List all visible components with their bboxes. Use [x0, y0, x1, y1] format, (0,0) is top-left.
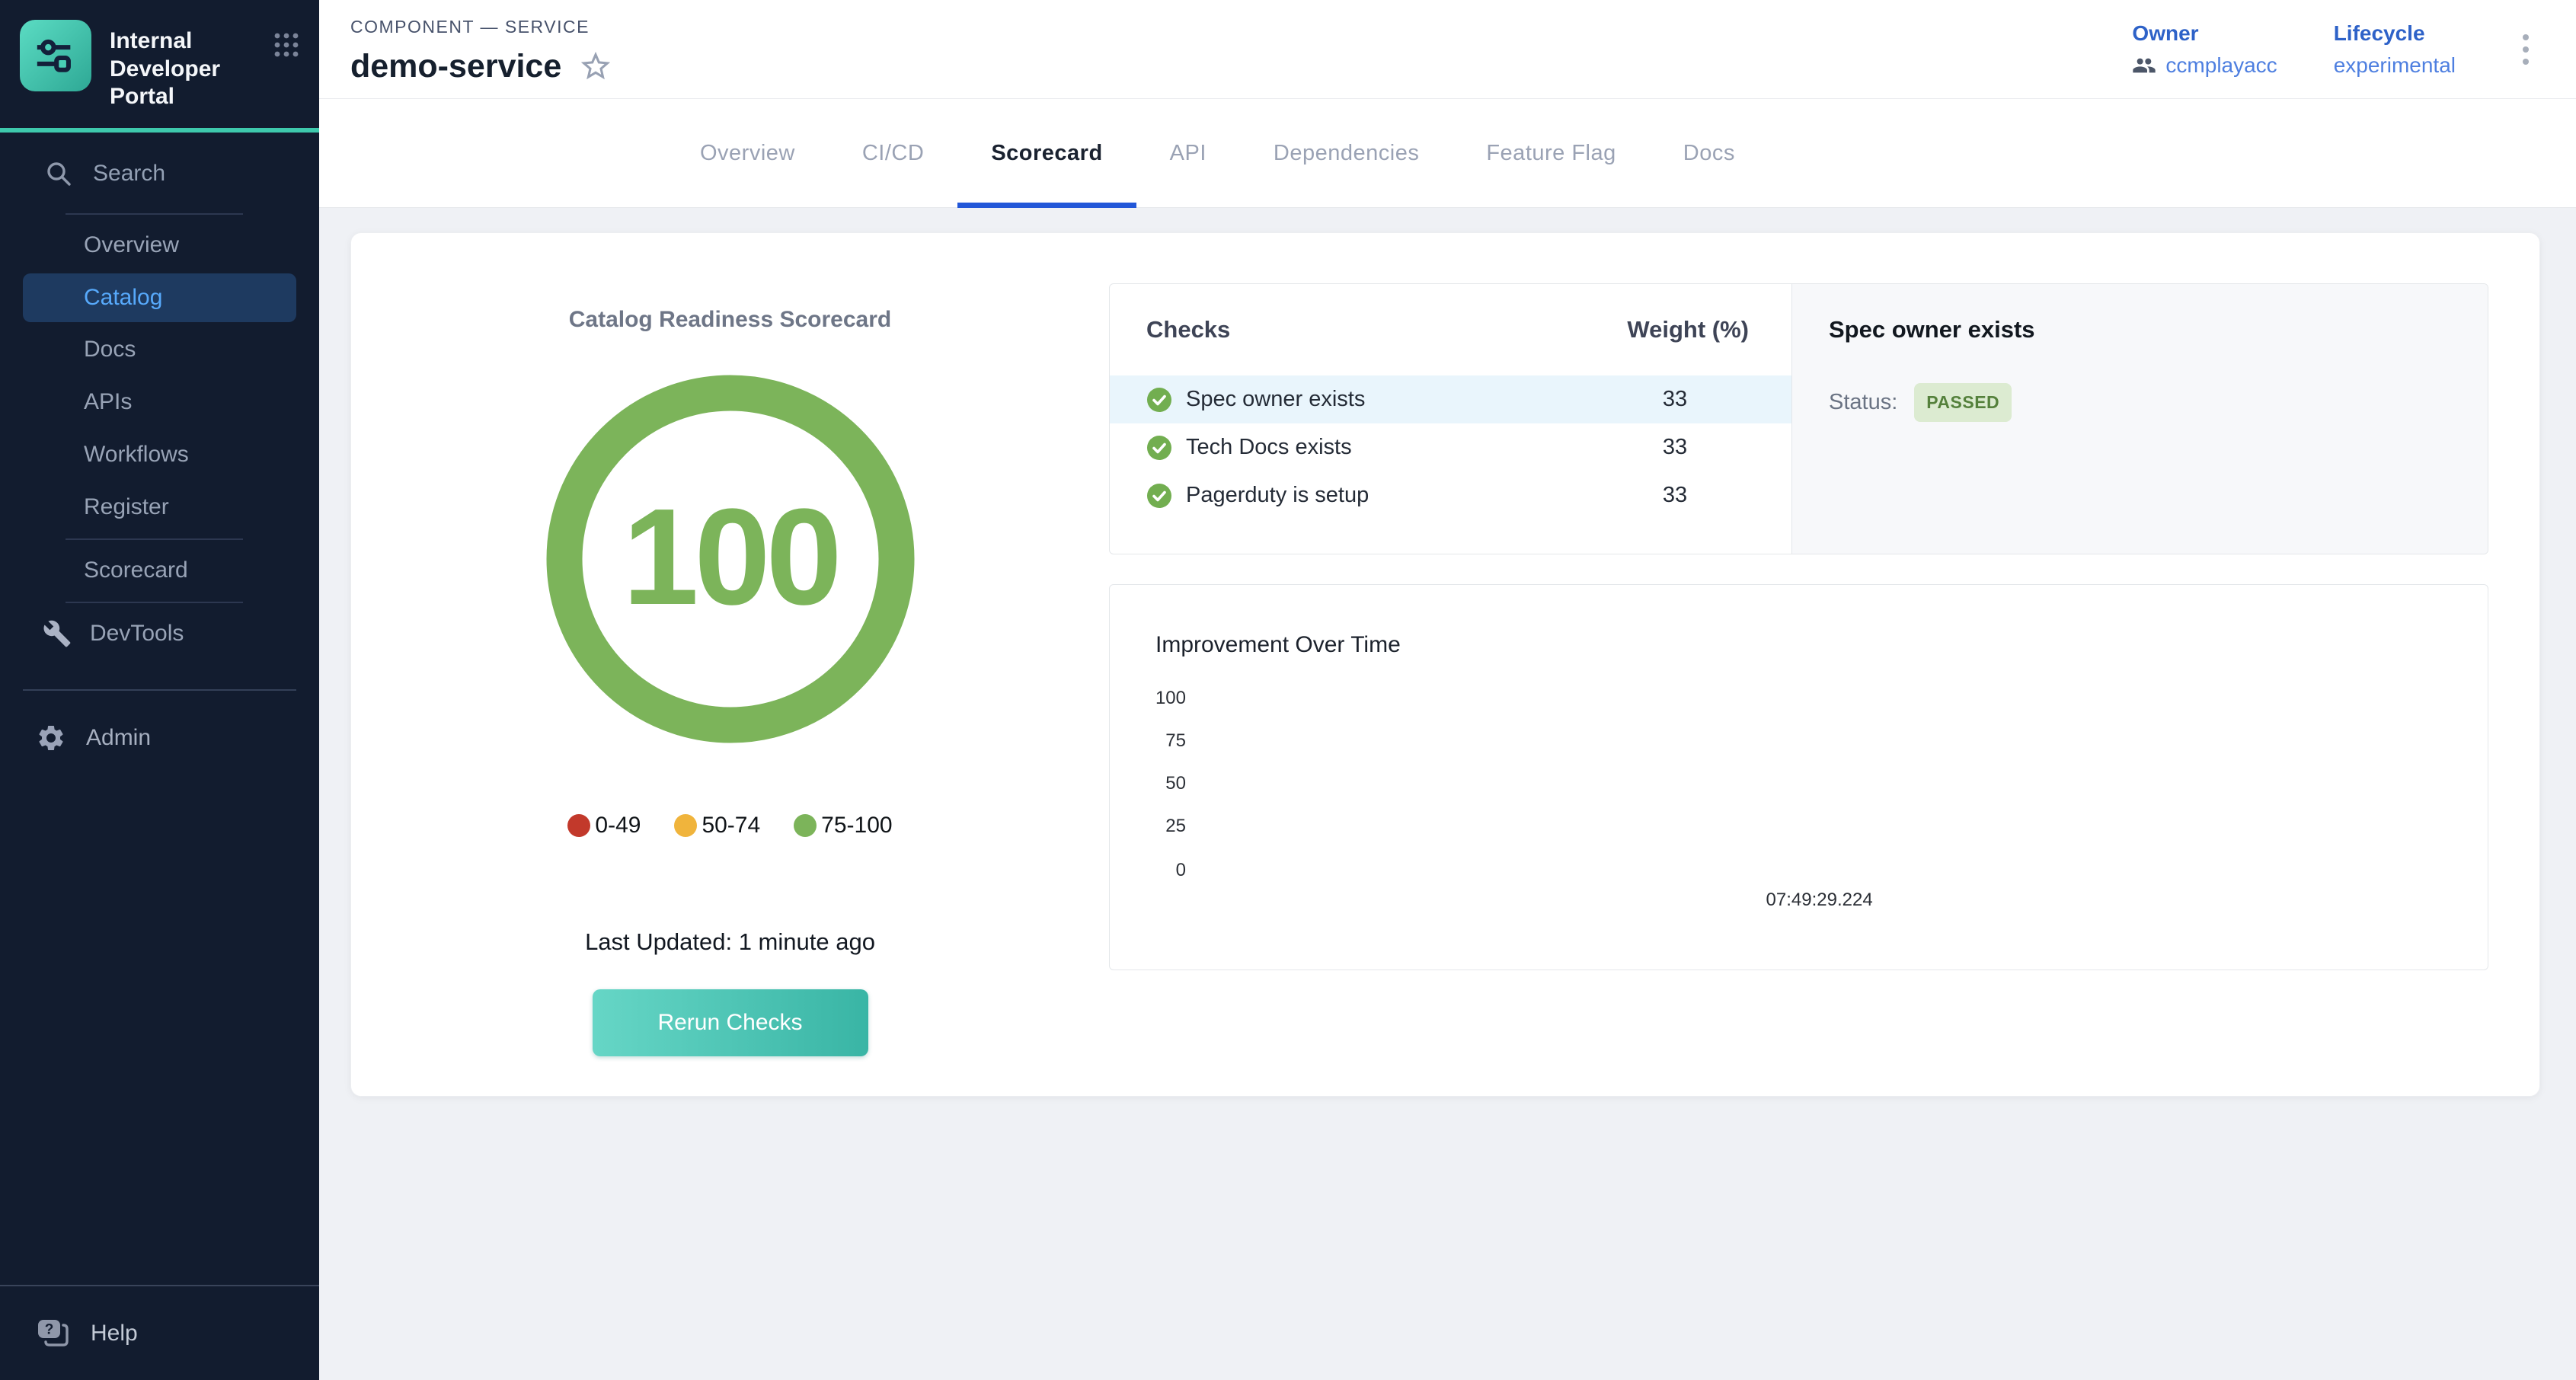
weight-column-header: Weight (%) [1627, 316, 1749, 343]
sidebar-item-label: Admin [86, 725, 151, 751]
gauge-title: Catalog Readiness Scorecard [569, 307, 892, 333]
scorecard-content: Catalog Readiness Scorecard 100 0-49 50-… [319, 208, 2576, 1380]
legend-dot-green [794, 814, 817, 837]
y-axis-tick: 50 [1110, 772, 1186, 795]
sidebar-item-devtools[interactable]: DevTools [0, 608, 319, 660]
chart-title: Improvement Over Time [1155, 632, 1401, 658]
owner-label: Owner [2132, 21, 2277, 46]
details-column: Checks Weight (%) [1109, 233, 2539, 1096]
checks-column-header: Checks [1146, 316, 1230, 343]
sidebar-divider [66, 213, 243, 215]
last-updated-text: Last Updated: 1 minute ago [585, 928, 875, 956]
owner-block: Owner ccmplayacc [2132, 21, 2277, 78]
lifecycle-block: Lifecycle experimental [2334, 21, 2456, 78]
svg-text:?: ? [45, 1321, 54, 1337]
x-axis-tick: 07:49:29.224 [1766, 890, 1873, 911]
y-axis-tick: 75 [1110, 730, 1186, 752]
tab-api[interactable]: API [1136, 99, 1240, 207]
more-options-kebab-icon[interactable] [2512, 27, 2539, 72]
scorecard-card: Catalog Readiness Scorecard 100 0-49 50-… [350, 232, 2540, 1097]
page-title: demo-service [350, 48, 561, 85]
help-label: Help [91, 1321, 138, 1346]
tab-docs[interactable]: Docs [1650, 99, 1769, 207]
checks-rows: Spec owner exists 33 Tec [1110, 375, 1791, 519]
check-row-pagerduty[interactable]: Pagerduty is setup 33 [1110, 471, 1791, 519]
sidebar-item-apis[interactable]: APIs [0, 376, 319, 429]
sidebar-search[interactable]: Search [0, 139, 319, 209]
sidebar-item-register[interactable]: Register [0, 481, 319, 534]
lifecycle-label: Lifecycle [2334, 21, 2456, 46]
tab-scorecard[interactable]: Scorecard [957, 99, 1136, 207]
check-detail-title: Spec owner exists [1829, 316, 2457, 343]
app-title: Internal Developer Portal [110, 20, 255, 111]
status-badge: PASSED [1914, 383, 2012, 422]
check-status-row: Status: PASSED [1829, 383, 2457, 422]
sidebar-item-workflows[interactable]: Workflows [0, 429, 319, 481]
check-passed-icon [1146, 483, 1172, 509]
tab-dependencies[interactable]: Dependencies [1240, 99, 1453, 207]
sidebar-header: Internal Developer Portal [0, 0, 319, 133]
check-detail-panel: Spec owner exists Status: PASSED [1791, 284, 2488, 554]
sidebar: Internal Developer Portal Search Overvie… [0, 0, 319, 1380]
sidebar-nav: Overview Catalog Docs APIs Workflows Reg… [0, 219, 319, 534]
app-switcher-grid-icon[interactable] [273, 20, 299, 58]
tab-feature-flag[interactable]: Feature Flag [1453, 99, 1649, 207]
sidebar-item-overview[interactable]: Overview [0, 219, 319, 272]
sidebar-spacer [0, 765, 319, 1285]
legend-item-mid: 50-74 [674, 813, 760, 839]
legend-item-high: 75-100 [794, 813, 892, 839]
score-legend: 0-49 50-74 75-100 [567, 813, 892, 839]
check-row-tech-docs[interactable]: Tech Docs exists 33 [1110, 423, 1791, 471]
sidebar-divider [66, 538, 243, 540]
entity-header-right: Owner ccmplayacc Lifecycle experimental [2132, 21, 2539, 78]
y-axis-tick: 25 [1110, 815, 1186, 838]
gear-icon [36, 723, 66, 753]
entity-header: COMPONENT — SERVICE demo-service Owner [319, 0, 2576, 99]
legend-item-low: 0-49 [567, 813, 641, 839]
y-axis-tick: 100 [1110, 687, 1186, 710]
checks-table-header: Checks Weight (%) [1110, 284, 1791, 343]
sidebar-item-catalog[interactable]: Catalog [23, 273, 296, 322]
entity-tabs: Overview CI/CD Scorecard API Dependencie… [319, 99, 2576, 208]
checks-table: Checks Weight (%) [1110, 284, 1791, 554]
sidebar-section-divider [23, 689, 296, 691]
score-value: 100 [544, 372, 917, 746]
legend-dot-red [567, 814, 590, 837]
checks-panel: Checks Weight (%) [1109, 283, 2488, 554]
app-logo [20, 20, 91, 91]
check-passed-icon [1146, 387, 1172, 413]
sidebar-item-help[interactable]: ? Help [0, 1285, 319, 1380]
improvement-chart-panel: Improvement Over Time 100 75 50 25 0 07:… [1109, 584, 2488, 970]
rerun-checks-button[interactable]: Rerun Checks [593, 989, 868, 1056]
owner-link[interactable]: ccmplayacc [2132, 53, 2277, 78]
search-icon [44, 159, 73, 188]
help-chat-icon: ? [36, 1318, 71, 1350]
group-icon [2132, 53, 2156, 78]
sidebar-divider [66, 602, 243, 603]
tab-cicd[interactable]: CI/CD [829, 99, 957, 207]
star-favorite-icon[interactable] [578, 49, 613, 84]
y-axis-tick: 0 [1110, 859, 1186, 882]
legend-dot-amber [674, 814, 697, 837]
sidebar-item-label: DevTools [90, 621, 184, 647]
sidebar-item-admin[interactable]: Admin [0, 712, 319, 765]
entity-header-left: COMPONENT — SERVICE demo-service [350, 14, 613, 85]
search-label: Search [93, 161, 165, 187]
lifecycle-value: experimental [2334, 53, 2456, 78]
portal-logo-icon [34, 34, 78, 78]
owner-value: ccmplayacc [2165, 53, 2277, 78]
main-area: COMPONENT — SERVICE demo-service Owner [319, 0, 2576, 1380]
wrench-icon [43, 619, 72, 648]
check-passed-icon [1146, 435, 1172, 461]
sidebar-item-scorecard[interactable]: Scorecard [0, 545, 319, 597]
tab-overview[interactable]: Overview [666, 99, 829, 207]
check-row-spec-owner[interactable]: Spec owner exists 33 [1110, 375, 1791, 423]
score-gauge: 100 [544, 372, 917, 746]
sidebar-item-docs[interactable]: Docs [0, 324, 319, 376]
breadcrumb: COMPONENT — SERVICE [350, 17, 613, 37]
status-label: Status: [1829, 390, 1897, 415]
gauge-column: Catalog Readiness Scorecard 100 0-49 50-… [351, 233, 1109, 1096]
